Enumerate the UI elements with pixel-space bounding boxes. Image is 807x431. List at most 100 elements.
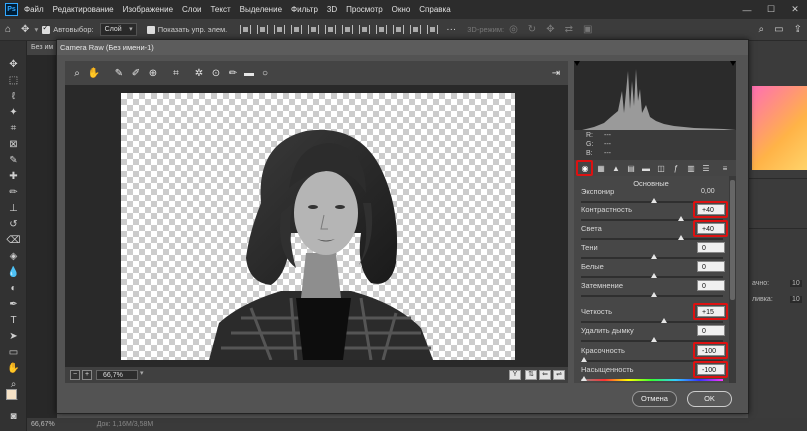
fill-value[interactable]: 10 (790, 296, 802, 303)
align-vcenter-icon[interactable] (257, 25, 269, 34)
type-tool-icon[interactable]: T (4, 313, 23, 328)
minimize-icon[interactable]: — (735, 0, 759, 19)
stamp-tool-icon[interactable]: ⊥ (4, 201, 23, 216)
pen-tool-icon[interactable]: ✒ (4, 297, 23, 312)
lasso-tool-icon[interactable]: ℓ (4, 89, 23, 104)
presets-tab-icon[interactable]: ☰ (701, 163, 711, 173)
distribute-vcenter-icon[interactable] (359, 25, 371, 34)
menu-help[interactable]: Справка (419, 5, 450, 14)
toggle-settings-button[interactable]: ⇌ (553, 370, 565, 380)
menu-window[interactable]: Окно (392, 5, 411, 14)
slider-track[interactable] (581, 379, 723, 381)
effects-tab-icon[interactable]: ƒ (671, 163, 681, 173)
hand-tool-icon[interactable]: ✋ (87, 66, 101, 80)
slider-thumb[interactable] (581, 357, 587, 362)
align-right-icon[interactable] (325, 25, 337, 34)
slider-value-input[interactable]: 0 (697, 242, 725, 253)
close-icon[interactable]: ✕ (783, 0, 807, 19)
spot-removal-icon[interactable]: ✲ (192, 66, 206, 80)
healing-brush-icon[interactable]: ✚ (4, 169, 23, 184)
lens-tab-icon[interactable]: ◫ (656, 163, 666, 173)
autoselect-select[interactable]: Слой (99, 23, 137, 36)
autoselect-checkbox[interactable] (42, 23, 51, 34)
adjustment-brush-icon[interactable]: ✏ (226, 66, 240, 80)
slider-thumb[interactable] (650, 198, 657, 203)
red-eye-icon[interactable]: ⊙ (209, 66, 223, 80)
distribute-bottom-icon[interactable] (376, 25, 388, 34)
slider-value-input[interactable]: 0 (697, 325, 725, 336)
dodge-tool-icon[interactable]: ◐ (4, 281, 23, 296)
more-options-icon[interactable]: ··· (446, 24, 456, 35)
menu-view[interactable]: Просмотр (346, 5, 383, 14)
eraser-tool-icon[interactable]: ⌫ (4, 233, 23, 248)
opacity-value[interactable]: 10 (790, 280, 802, 287)
slider-track[interactable] (581, 321, 723, 323)
zoom-dropdown-icon[interactable]: ▾ (140, 369, 144, 377)
foreground-color-swatch[interactable] (6, 389, 17, 400)
home-icon[interactable]: ⌂ (5, 24, 11, 35)
hsl-tab-icon[interactable]: ▤ (626, 163, 636, 173)
panel-scrollbar[interactable] (729, 176, 736, 383)
slider-thumb[interactable] (581, 376, 587, 381)
hand-tool-icon[interactable]: ✋ (4, 361, 23, 376)
menu-type[interactable]: Текст (210, 5, 230, 14)
slider-thumb[interactable] (650, 273, 657, 278)
graduated-filter-icon[interactable]: ▬ (242, 66, 256, 80)
distribute-right-icon[interactable] (427, 25, 439, 34)
distribute-top-icon[interactable] (342, 25, 354, 34)
zoom-level-select[interactable]: 66,7% (96, 370, 138, 380)
slider-track[interactable] (581, 238, 723, 240)
marquee-tool-icon[interactable]: ⬚ (4, 73, 23, 88)
blur-tool-icon[interactable]: 💧 (4, 265, 23, 280)
tone-curve-tab-icon[interactable]: ▦ (596, 163, 606, 173)
search-icon[interactable]: ⌕ (759, 24, 765, 35)
distribute-left-icon[interactable] (393, 25, 405, 34)
align-left-icon[interactable] (291, 25, 303, 34)
crop-tool-icon[interactable]: ⌗ (4, 121, 23, 136)
align-bottom-icon[interactable] (274, 25, 286, 34)
slider-thumb[interactable] (678, 235, 685, 240)
detail-tab-icon[interactable]: ▲ (611, 163, 621, 173)
zoom-in-button[interactable]: + (82, 370, 92, 380)
show-controls-checkbox[interactable] (146, 25, 155, 34)
frame-tool-icon[interactable]: ⊠ (4, 137, 23, 152)
distribute-hcenter-icon[interactable] (410, 25, 422, 34)
path-selection-icon[interactable]: ➤ (4, 329, 23, 344)
menu-edit[interactable]: Редактирование (53, 5, 114, 14)
menu-select[interactable]: Выделение (240, 5, 282, 14)
crop-tool-icon[interactable]: ⌗ (169, 66, 183, 80)
slider-thumb[interactable] (660, 318, 667, 323)
maximize-icon[interactable]: ☐ (759, 0, 783, 19)
slider-thumb[interactable] (650, 337, 657, 342)
cancel-button[interactable]: Отмена (632, 391, 677, 407)
quick-mask-icon[interactable]: ◙ (4, 409, 23, 424)
brush-tool-icon[interactable]: ✏ (4, 185, 23, 200)
open-preferences-icon[interactable]: ⇥ (549, 66, 563, 80)
history-brush-icon[interactable]: ↺ (4, 217, 23, 232)
move-dropdown-icon[interactable]: ▾ (34, 25, 38, 34)
paint-bucket-icon[interactable]: ◈ (4, 249, 23, 264)
zoom-tool-icon[interactable]: ⌕ (70, 66, 84, 80)
copy-settings-button[interactable]: ⇐ (539, 370, 551, 380)
slider-value-input[interactable]: 0 (697, 261, 725, 272)
menu-3d[interactable]: 3D (327, 5, 337, 14)
slider-value-input[interactable]: 0 (697, 280, 725, 291)
menu-filter[interactable]: Фильтр (291, 5, 318, 14)
scrollbar-thumb[interactable] (730, 180, 735, 300)
slider-value-input[interactable]: 0,00 (697, 186, 725, 197)
white-balance-icon[interactable]: ✎ (112, 66, 126, 80)
magic-wand-icon[interactable]: ✦ (4, 105, 23, 120)
zoom-out-button[interactable]: − (70, 370, 80, 380)
menu-file[interactable]: Файл (24, 5, 44, 14)
calibration-tab-icon[interactable]: ▥ (686, 163, 696, 173)
shape-tool-icon[interactable]: ▭ (4, 345, 23, 360)
document-tab[interactable]: Без им (27, 41, 57, 55)
workspace-icon[interactable]: ▭ (774, 24, 783, 35)
move-tool-icon[interactable]: ✥ (21, 24, 29, 35)
color-sampler-icon[interactable]: ✐ (129, 66, 143, 80)
menu-layers[interactable]: Слои (182, 5, 201, 14)
slider-thumb[interactable] (650, 254, 657, 259)
before-after-view-button[interactable]: Y (509, 370, 521, 380)
menu-image[interactable]: Изображение (123, 5, 173, 14)
panel-menu-icon[interactable]: ≡ (720, 163, 730, 173)
